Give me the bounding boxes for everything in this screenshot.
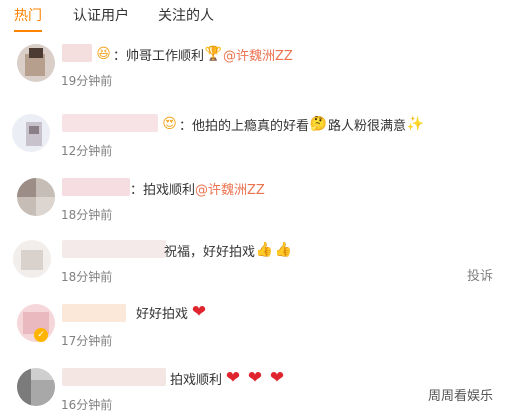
comment-text: 😍 ：他拍的上瘾真的好看 🤔 路人粉很满意 ✨ bbox=[160, 114, 425, 134]
heart-icon: ❤ bbox=[269, 367, 285, 388]
thumbs-up-icon: 👍 bbox=[255, 241, 274, 258]
tab-verified-users[interactable]: 认证用户 bbox=[73, 7, 129, 25]
username[interactable] bbox=[62, 304, 126, 322]
laughing-face-icon: 😆 bbox=[96, 45, 111, 62]
comment-text-segment: 好好拍戏 bbox=[136, 306, 189, 322]
pointing-face-icon: 🤔 bbox=[309, 115, 328, 132]
username[interactable] bbox=[62, 178, 130, 196]
tab-following[interactable]: 关注的人 bbox=[158, 7, 214, 25]
tab-hot[interactable]: 热门 bbox=[14, 7, 42, 25]
comment-time: 18分钟前 bbox=[61, 208, 113, 222]
comment-time: 18分钟前 bbox=[61, 270, 113, 284]
comment-text: 好好拍戏 ❤ bbox=[136, 302, 210, 322]
comment-time: 16分钟前 bbox=[61, 398, 113, 411]
comment-time: 19分钟前 bbox=[61, 74, 113, 88]
watermark: 周周看娱乐 bbox=[428, 389, 494, 404]
user-mention-link[interactable]: @许魏洲ZZ bbox=[195, 179, 265, 198]
comment-item: ✓ 好好拍戏 ❤ 17分钟前 bbox=[0, 302, 524, 364]
thumbs-up-icon: 👍 bbox=[274, 241, 293, 258]
heart-icon: ❤ bbox=[225, 367, 241, 388]
more-icon[interactable]: 〈 bbox=[518, 138, 524, 152]
username[interactable] bbox=[62, 44, 92, 62]
comment-time: 17分钟前 bbox=[61, 334, 113, 348]
username[interactable] bbox=[62, 114, 158, 132]
comment-text: 祝福，好好拍戏 👍 👍 bbox=[164, 240, 293, 260]
comment-text: 拍戏顺利 ❤ ❤ ❤ bbox=[170, 368, 288, 388]
report-link[interactable]: 投诉 bbox=[467, 265, 493, 284]
comment-text-segment: 拍戏顺利 bbox=[170, 372, 223, 388]
trophy-icon: 🏆 bbox=[204, 45, 223, 62]
heart-icon: ❤ bbox=[191, 301, 207, 322]
comment-item: 😆：帅哥工作顺利🏆@许魏洲ZZ 19分钟前 〈 bbox=[0, 42, 524, 104]
comment-text-segment: ：拍戏顺利 bbox=[130, 182, 196, 198]
heart-eyes-icon: 😍 bbox=[162, 115, 177, 132]
sparkle-icon: ✨ bbox=[406, 115, 425, 132]
comment-text-segment: ：帅哥工作顺利 bbox=[113, 48, 205, 64]
comment-time: 12分钟前 bbox=[61, 144, 113, 158]
comment-tabs: 热门 认证用户 关注的人 bbox=[0, 0, 524, 34]
active-tab-indicator bbox=[14, 30, 42, 32]
avatar[interactable] bbox=[17, 178, 55, 216]
verified-badge: ✓ bbox=[34, 328, 48, 342]
comment-text-segment: 祝福，好好拍戏 bbox=[164, 244, 256, 260]
comment-text: 😆 ：帅哥工作顺利 🏆 @许魏洲ZZ bbox=[94, 44, 293, 64]
comment-text-segment: ：他拍的上瘾真的好看 bbox=[179, 118, 310, 134]
avatar[interactable] bbox=[12, 114, 50, 152]
heart-icon: ❤ bbox=[247, 367, 263, 388]
username[interactable] bbox=[62, 368, 166, 386]
user-mention-link[interactable]: @许魏洲ZZ bbox=[223, 45, 293, 64]
avatar[interactable] bbox=[17, 368, 55, 406]
comment-item: 😍：他拍的上瘾真的好看🤔路人粉很满意✨ 12分钟前 〈 bbox=[0, 112, 524, 174]
comment-text-segment: 路人粉很满意 bbox=[328, 118, 407, 134]
avatar[interactable] bbox=[13, 240, 51, 278]
avatar[interactable] bbox=[17, 44, 55, 82]
username[interactable] bbox=[62, 240, 166, 258]
comment-item: 祝福，好好拍戏👍👍 18分钟前 〈 bbox=[0, 238, 524, 300]
more-icon[interactable]: 〈 bbox=[518, 268, 524, 282]
comment-text: ：拍戏顺利 @许魏洲ZZ bbox=[130, 178, 265, 198]
more-icon[interactable]: 〈 bbox=[518, 76, 524, 90]
comment-item: ：拍戏顺利@许魏洲ZZ 18分钟前 〈 bbox=[0, 176, 524, 238]
more-icon[interactable]: 〈 bbox=[518, 204, 524, 218]
